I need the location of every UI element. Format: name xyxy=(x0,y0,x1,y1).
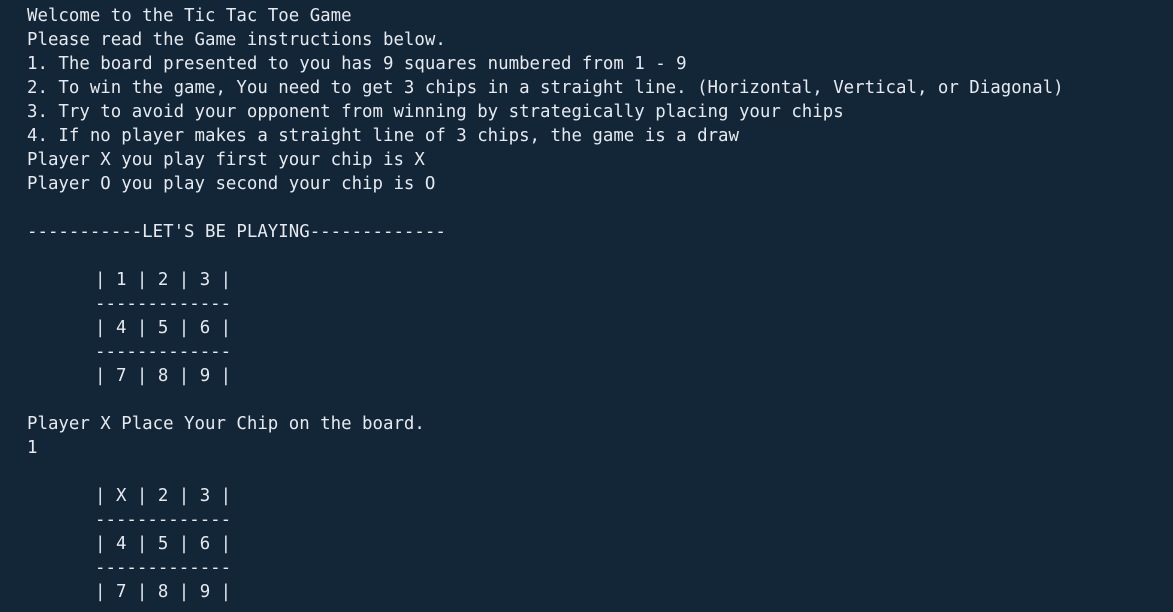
board-row: | 4 | 5 | 6 | xyxy=(95,534,232,554)
board-row: | 7 | 8 | 9 | xyxy=(95,582,232,602)
instruction-3: 3. Try to avoid your opponent from winni… xyxy=(27,102,844,122)
terminal-output[interactable]: Welcome to the Tic Tac Toe Game Please r… xyxy=(0,0,1173,612)
player-x-info: Player X you play first your chip is X xyxy=(27,150,425,170)
board-row: | X | 2 | 3 | xyxy=(95,486,232,506)
board-row: | 1 | 2 | 3 | xyxy=(95,270,232,290)
instructions-heading: Please read the Game instructions below. xyxy=(27,30,446,50)
board-separator: ------------- xyxy=(95,342,232,362)
board-separator: ------------- xyxy=(95,558,232,578)
start-banner: -----------LET'S BE PLAYING------------- xyxy=(27,222,446,242)
instruction-2: 2. To win the game, You need to get 3 ch… xyxy=(27,78,1064,98)
board-row: | 7 | 8 | 9 | xyxy=(95,366,232,386)
board-separator: ------------- xyxy=(95,510,232,530)
instruction-4: 4. If no player makes a straight line of… xyxy=(27,126,739,146)
game-board-after-move: | X | 2 | 3 | ------------- | 4 | 5 | 6 … xyxy=(27,484,1173,604)
board-separator: ------------- xyxy=(95,294,232,314)
game-board-initial: | 1 | 2 | 3 | ------------- | 4 | 5 | 6 … xyxy=(27,268,1173,388)
welcome-line: Welcome to the Tic Tac Toe Game xyxy=(27,6,352,26)
board-row: | 4 | 5 | 6 | xyxy=(95,318,232,338)
instruction-1: 1. The board presented to you has 9 squa… xyxy=(27,54,687,74)
move-prompt: Player X Place Your Chip on the board. xyxy=(27,414,425,434)
user-input-echo: 1 xyxy=(27,438,38,458)
player-o-info: Player O you play second your chip is O xyxy=(27,174,436,194)
